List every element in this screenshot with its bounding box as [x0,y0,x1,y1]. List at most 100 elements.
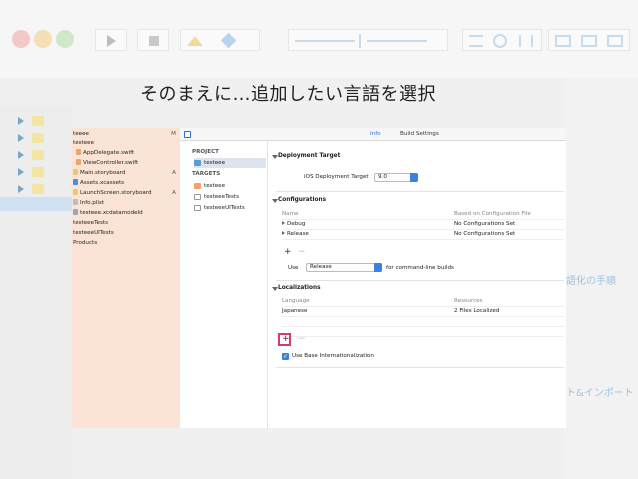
nav-item-label: LaunchScreen.storyboard [80,190,152,196]
config-based-release: No Configurations Set [454,231,516,237]
section-divider [276,280,564,281]
loc-col-resources: Resources [454,298,483,304]
storyboard-icon [73,189,78,195]
status-badge: A [172,190,176,196]
nav-item-group[interactable]: testeeeTests [72,219,180,228]
nav-item-label: teeee [73,131,89,137]
deployment-target-value: 9.0 [378,174,387,180]
standard-editor-icon [469,35,483,47]
targets-list: PROJECT testeee TARGETS testeee testeeeT… [180,141,268,428]
assistant-editor-icon [493,34,507,48]
nav-item-label: Info.plist [80,200,105,206]
app-target-icon [194,183,201,189]
config-col-name: Name [282,211,299,217]
nav-item-file[interactable]: Assets.xcassets [72,179,180,188]
row-divider [282,326,564,327]
loc-col-language: Language [282,298,310,304]
targets-sidebar-toggle-icon[interactable] [184,131,191,138]
config-row-release[interactable]: Release [282,231,309,237]
configurations-section-title[interactable]: Configurations [271,197,326,203]
target-label: testeee [204,183,226,189]
nav-item-file[interactable]: Info.plist [72,199,180,208]
nav-item-label: Main.storyboard [80,170,126,176]
add-localization-button[interactable]: + [282,335,290,344]
base-internationalization-label: Use Base Internationalization [292,353,374,359]
nav-item-label: Products [73,240,98,246]
project-editor: Info Build Settings PROJECT testeee TARG… [180,128,566,428]
editor-mode-buttons[interactable] [462,29,542,51]
disclosure-icon[interactable] [282,231,285,235]
target-item[interactable]: testeeeUITests [194,203,266,213]
target-item[interactable]: testeee [194,181,266,191]
background-sidebar [0,105,72,479]
info-settings: Deployment Target iOS Deployment Target … [268,141,566,428]
remove-localization-button[interactable]: − [298,335,306,344]
chevron-down-icon [374,263,382,272]
row-divider [282,229,564,230]
target-item[interactable]: testeeeTests [194,192,266,202]
base-internationalization-checkbox[interactable]: ✓ [282,353,289,360]
version-editor-icon [519,35,533,47]
status-badge: A [172,170,176,176]
project-item[interactable]: testeee [194,158,266,168]
targets-section-header: TARGETS [192,171,221,177]
config-based-debug: No Configurations Set [454,221,516,227]
deployment-section-title[interactable]: Deployment Target [271,153,340,159]
project-item-label: testeee [204,160,226,166]
nav-item-file[interactable]: AppDelegate.swift [72,149,180,158]
plist-icon [73,199,78,205]
swift-file-icon [76,149,81,155]
side-note-localize: 語化の手順 [566,276,616,287]
nav-item-group[interactable]: testeee [72,139,180,148]
tab-info[interactable]: Info [370,128,381,141]
run-button[interactable] [95,29,127,51]
nav-item-label: testeeeUITests [73,230,114,236]
deployment-target-popup[interactable]: 9.0 [374,173,418,182]
config-col-based: Based on Configuration File [454,211,531,217]
row-divider [282,219,564,220]
config-name: Release [287,231,309,237]
zoom-window-button[interactable] [56,30,74,48]
nav-item-label: ViewController.swift [83,160,139,166]
nav-item-label: AppDelegate.swift [83,150,135,156]
page-title: そのまえに…追加したい言語を選択 [140,84,436,105]
minimize-window-button[interactable] [34,30,52,48]
scheme-selector[interactable] [180,29,260,51]
navigator-toggle-icon [555,35,571,47]
remove-configuration-button[interactable]: − [298,248,306,257]
stop-button[interactable] [137,29,169,51]
localizations-section-title[interactable]: Localizations [272,285,321,291]
row-divider [282,306,564,307]
assets-icon [73,179,78,185]
disclosure-icon[interactable] [282,221,285,225]
nav-item-project[interactable]: teeee M [72,130,180,139]
command-line-config-popup[interactable]: Release [306,263,382,272]
nav-item-file[interactable]: LaunchScreen.storyboard A [72,189,180,198]
status-badge: M [171,131,176,137]
tab-build-settings[interactable]: Build Settings [400,128,439,141]
add-configuration-button[interactable]: + [284,248,292,257]
config-row-debug[interactable]: Debug [282,221,305,227]
scheme-icon [187,36,203,46]
project-section-header: PROJECT [192,149,219,155]
nav-item-file[interactable]: Main.storyboard A [72,169,180,178]
chevron-down-icon [410,173,418,182]
command-line-config-value: Release [310,264,332,270]
nav-item-label: testeee [73,140,95,146]
play-icon [107,35,116,47]
utilities-toggle-icon [607,35,623,47]
nav-item-file[interactable]: ViewController.swift [72,159,180,168]
project-navigator: teeee M testeee AppDelegate.swift ViewCon… [72,128,180,428]
target-label: testeeeUITests [204,205,245,211]
test-target-icon [194,205,201,211]
row-divider [282,316,564,317]
editor-tab-bar: Info Build Settings [180,128,566,141]
view-toggle-buttons[interactable] [548,29,630,51]
nav-item-file[interactable]: testeee.xcdatamodeld [72,209,180,218]
row-divider [282,239,564,240]
close-window-button[interactable] [12,30,30,48]
localization-row-language[interactable]: Japanese [282,308,307,314]
nav-item-group[interactable]: testeeeUITests [72,229,180,238]
nav-item-group[interactable]: Products [72,239,180,248]
config-name: Debug [287,221,306,227]
